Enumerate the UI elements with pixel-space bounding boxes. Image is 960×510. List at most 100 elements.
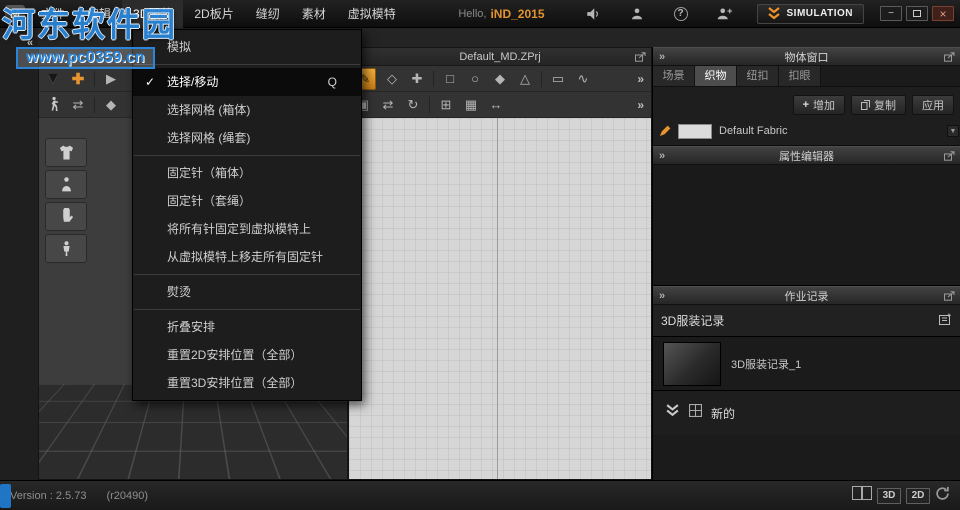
help-icon[interactable]: ? xyxy=(672,6,690,22)
fabric-color-swatch[interactable] xyxy=(678,123,712,139)
object-window-tabs: 场景 织物 纽扣 扣眼 xyxy=(653,66,960,87)
pin-tool-icon[interactable]: ◆ xyxy=(102,95,120,115)
scroll-down-icon[interactable]: ▼ xyxy=(947,125,959,137)
invite-user-icon[interactable] xyxy=(716,6,734,22)
gizmo-dropdown-icon[interactable]: ▼ xyxy=(44,69,62,89)
measure-tool-icon[interactable]: ↔ xyxy=(487,95,505,115)
menu-item-pin-lasso[interactable]: 固定针（套绳） xyxy=(133,187,361,215)
person-icon xyxy=(61,177,71,192)
toolbar-overflow-icon[interactable]: » xyxy=(637,72,646,86)
flip-tool-icon[interactable]: ⇄ xyxy=(379,95,397,115)
dock-expand-icon[interactable]: « xyxy=(27,53,33,65)
account-icon[interactable] xyxy=(628,6,646,22)
popout-window-icon[interactable] xyxy=(944,52,955,65)
pattern-toolbar-row2: ▣ ⇄ ↻ ⊞ ▦ ↔ » xyxy=(349,92,651,118)
object-window-header[interactable]: » 物体窗口 xyxy=(653,47,960,66)
seam-tool-icon[interactable]: ∿ xyxy=(574,69,592,89)
toolbar-overflow-icon[interactable]: » xyxy=(637,98,646,112)
show-grid-icon[interactable]: ▦ xyxy=(462,95,480,115)
add-fabric-button[interactable]: + 增加 xyxy=(792,95,845,115)
sound-icon[interactable] xyxy=(584,6,602,22)
create-rectangle-icon[interactable]: □ xyxy=(441,69,459,89)
username-text[interactable]: iND_2015 xyxy=(490,7,544,21)
create-dart-icon[interactable]: △ xyxy=(516,69,534,89)
tab-button[interactable]: 纽扣 xyxy=(737,66,779,86)
apply-fabric-button[interactable]: 应用 xyxy=(912,95,954,115)
split-view-icon[interactable] xyxy=(852,486,872,505)
expand-double-chevron-icon[interactable] xyxy=(665,404,680,422)
new-record-grid-icon[interactable] xyxy=(689,404,702,422)
view-2d-button[interactable]: 2D xyxy=(906,487,930,504)
menu-item-select-mesh-lasso[interactable]: 选择网格 (绳套) xyxy=(133,124,361,152)
fabric-list-item[interactable]: Default Fabric ▼ xyxy=(653,117,960,146)
collapse-panel-icon[interactable]: » xyxy=(659,150,665,162)
add-record-icon[interactable] xyxy=(939,312,952,330)
menu-shortcut: Q xyxy=(327,75,337,89)
tab-scene[interactable]: 场景 xyxy=(653,66,695,86)
create-polygon-icon[interactable]: ◆ xyxy=(491,69,509,89)
maximize-button[interactable] xyxy=(906,6,928,21)
dock-expand-icon[interactable]: « xyxy=(27,37,33,49)
view-3d-button[interactable]: 3D xyxy=(877,487,901,504)
new-record-label: 新的 xyxy=(711,406,736,421)
menu-item-simulate[interactable]: 模拟 xyxy=(133,33,361,61)
collapse-panel-icon[interactable]: » xyxy=(659,51,665,63)
new-record-row[interactable]: 新的 xyxy=(653,391,960,435)
menu-avatar[interactable]: 虚拟模特 xyxy=(337,0,407,28)
menu-2d-pattern[interactable]: 2D板片 xyxy=(183,0,244,28)
popout-window-icon[interactable] xyxy=(944,291,955,304)
menu-edit[interactable]: 编辑 xyxy=(76,0,122,28)
menu-file[interactable]: 文件 xyxy=(30,0,76,28)
rotate-tool-icon[interactable]: ↻ xyxy=(404,95,422,115)
menu-sewing[interactable]: 缝纫 xyxy=(245,0,291,28)
accessory-display-button[interactable] xyxy=(45,202,87,231)
pattern-grid-axis xyxy=(497,118,498,479)
simulation-button[interactable]: SIMULATION xyxy=(756,3,864,24)
check-icon: ✓ xyxy=(145,75,156,89)
menu-item-fold-arrangement[interactable]: 折叠安排 xyxy=(133,313,361,341)
history-panel-header[interactable]: » 作业记录 xyxy=(653,286,960,305)
record-thumbnail[interactable] xyxy=(663,341,721,386)
avatar-walk-icon[interactable] xyxy=(44,95,62,115)
history-record-item[interactable]: 3D服装记录_1 xyxy=(653,337,960,391)
menu-item-select-move[interactable]: ✓ 选择/移动 Q xyxy=(133,68,361,96)
menu-item-reset-2d-arrangement[interactable]: 重置2D安排位置（全部） xyxy=(133,341,361,369)
property-editor-header[interactable]: » 属性编辑器 xyxy=(653,146,960,165)
menu-item-reset-3d-arrangement[interactable]: 重置3D安排位置（全部） xyxy=(133,369,361,397)
object-window-title: 物体窗口 xyxy=(784,51,829,64)
popout-window-icon[interactable] xyxy=(635,52,646,65)
close-button[interactable]: × xyxy=(932,6,954,21)
add-point-icon[interactable]: ✚ xyxy=(408,69,426,89)
refresh-icon[interactable] xyxy=(935,486,950,506)
menu-separator xyxy=(134,64,360,65)
edit-curvature-icon[interactable]: ◇ xyxy=(383,69,401,89)
menu-item-iron[interactable]: 熨烫 xyxy=(133,278,361,306)
tab-buttonhole[interactable]: 扣眼 xyxy=(779,66,821,86)
garment-display-button[interactable] xyxy=(45,138,87,167)
trace-tool-icon[interactable]: ▭ xyxy=(549,69,567,89)
pattern-2d-window[interactable]: Default_MD.ZPrj ✎ ◇ ✚ □ ○ ◆ △ ▭ ∿ » ▣ ⇄ … xyxy=(348,47,652,480)
popout-window-icon[interactable] xyxy=(944,151,955,164)
menu-item-remove-all-pins[interactable]: 从虚拟模特上移走所有固定针 xyxy=(133,243,361,271)
menu-item-pin-all-to-avatar[interactable]: 将所有针固定到虚拟模特上 xyxy=(133,215,361,243)
avatar-display-button[interactable] xyxy=(45,170,87,199)
pose-display-button[interactable] xyxy=(45,234,87,263)
edit-fabric-icon[interactable] xyxy=(659,125,671,137)
create-circle-icon[interactable]: ○ xyxy=(466,69,484,89)
menu-item-pin-box[interactable]: 固定针（箱体） xyxy=(133,159,361,187)
grid-tool-icon[interactable]: ⊞ xyxy=(437,95,455,115)
select-tool-icon[interactable]: ▶ xyxy=(102,69,120,89)
maximize-icon xyxy=(913,10,921,17)
pan-view-icon[interactable]: ⇄ xyxy=(69,95,87,115)
menu-material[interactable]: 素材 xyxy=(291,0,337,28)
copy-fabric-button[interactable]: 复制 xyxy=(851,95,906,115)
collapse-panel-icon[interactable]: » xyxy=(659,290,665,302)
move-gizmo-icon[interactable]: ✚ xyxy=(69,69,87,89)
copy-icon xyxy=(861,100,870,110)
menu-item-select-mesh-box[interactable]: 选择网格 (箱体) xyxy=(133,96,361,124)
minimize-button[interactable]: − xyxy=(880,6,902,21)
pattern-grid-canvas[interactable] xyxy=(349,118,651,479)
pattern-toolbar-row1: ✎ ◇ ✚ □ ○ ◆ △ ▭ ∿ » xyxy=(349,66,651,92)
tab-fabric[interactable]: 织物 xyxy=(695,66,737,86)
menu-3d-garment[interactable]: 3D服装 xyxy=(122,0,184,28)
